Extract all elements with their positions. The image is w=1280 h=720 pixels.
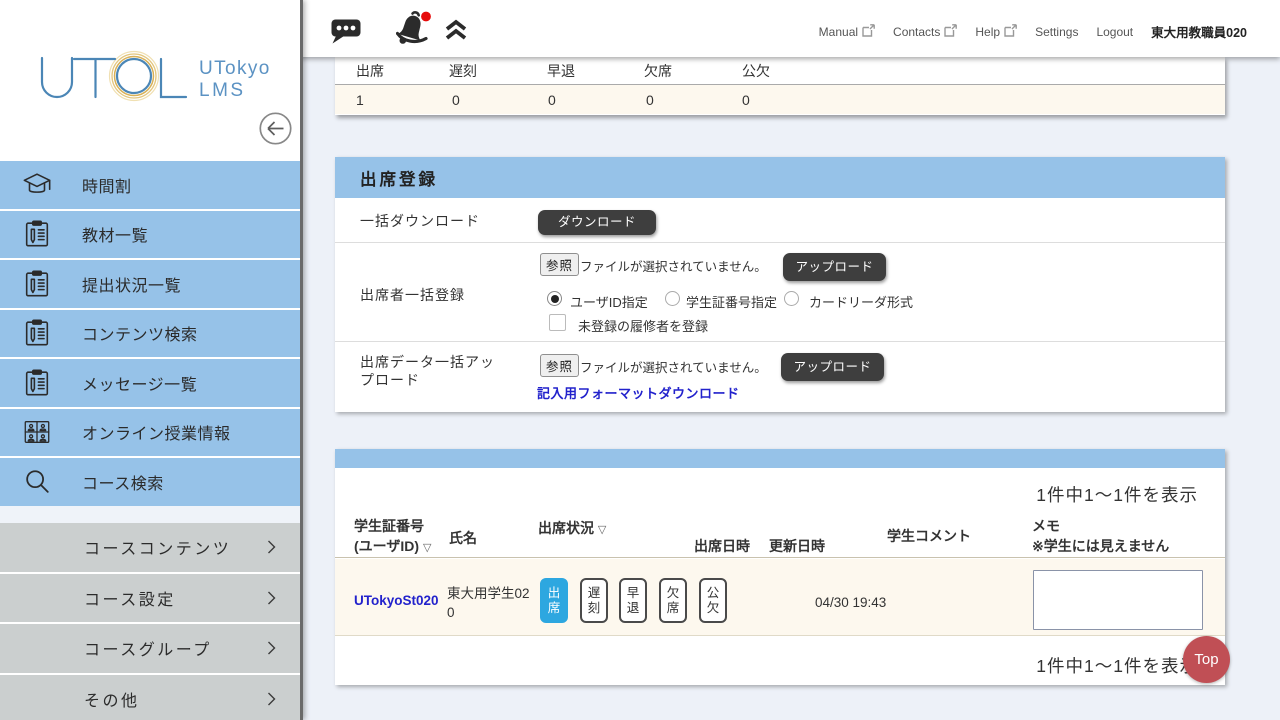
svg-text:LMS: LMS [199, 80, 246, 101]
svg-text:UTokyo: UTokyo [199, 58, 271, 79]
